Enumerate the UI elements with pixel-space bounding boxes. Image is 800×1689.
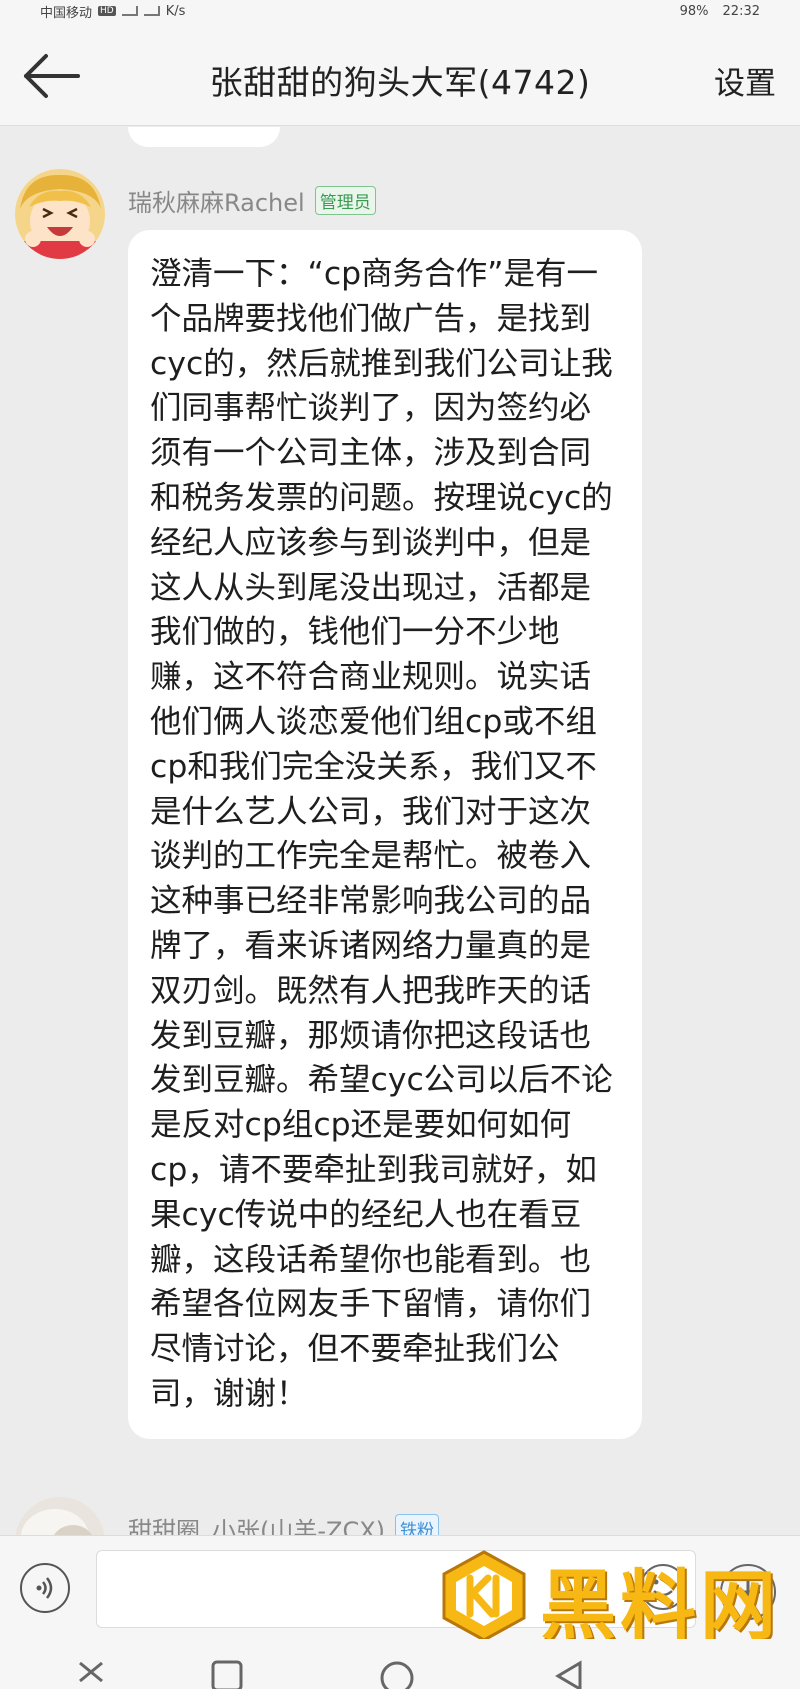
triangle-nav-icon — [555, 1660, 582, 1689]
carrier-label: 中国移动 — [40, 5, 93, 21]
admin-badge: 管理员 — [314, 186, 376, 215]
fan-badge: 铁粉 — [395, 1514, 440, 1535]
voice-button[interactable] — [20, 1563, 70, 1613]
chat-header: 张甜甜的狗头大军(4742) 设置 — [0, 22, 800, 126]
speed-unit: K/s — [165, 3, 186, 19]
settings-button[interactable]: 设置 — [714, 58, 776, 103]
signal-icon — [121, 6, 138, 16]
message-sender-2: 甜甜圈_小张(山羊-ZCX) 铁粉 — [128, 1511, 440, 1535]
voice-icon — [36, 1577, 53, 1599]
input-bar — [0, 1535, 800, 1639]
cartoon-avatar-icon — [15, 169, 105, 259]
network-badge: HD — [98, 6, 116, 16]
emoji-button[interactable] — [640, 1564, 686, 1610]
message-input[interactable] — [96, 1550, 696, 1628]
message-sender: 瑞秋麻麻Rachel 管理员 — [128, 183, 376, 218]
sender-name-2: 甜甜圈_小张(山羊-ZCX) — [128, 1517, 386, 1535]
nav-circle-button[interactable] — [378, 1659, 416, 1689]
status-bar: 中国移动 HD K/s 98% 22:32 — [0, 0, 800, 22]
recents-nav-icon — [380, 1661, 414, 1689]
sender-name: 瑞秋麻麻Rachel — [128, 189, 305, 217]
avatar[interactable] — [15, 169, 105, 259]
back-nav-icon — [79, 1661, 103, 1683]
plus-button[interactable] — [720, 1564, 776, 1620]
battery-label: 98% — [679, 3, 709, 19]
avatar-2[interactable] — [15, 1497, 105, 1535]
plus-icon — [736, 1580, 760, 1604]
nav-back-button[interactable] — [76, 1659, 106, 1687]
photo-avatar-icon — [15, 1497, 105, 1535]
message-bubble[interactable]: 澄清一下：“cp商务合作”是有一个品牌要找他们做广告，是找到cyc的，然后就推到… — [128, 230, 642, 1439]
message-list[interactable]: 瑞秋麻麻Rachel 管理员 澄清一下：“cp商务合作”是有一个品牌要找他们做广… — [0, 127, 800, 1535]
nav-triangle-button[interactable] — [552, 1659, 586, 1689]
group-title: 张甜甜的狗头大军(4742) — [209, 63, 591, 102]
nav-home-button[interactable] — [210, 1659, 244, 1689]
signal-icon-2 — [143, 6, 160, 16]
previous-message-bubble — [128, 127, 280, 147]
emoji-icon — [653, 1579, 673, 1597]
system-nav-bar — [0, 1639, 800, 1689]
home-nav-icon — [211, 1660, 243, 1689]
clock: 22:32 — [722, 3, 760, 19]
